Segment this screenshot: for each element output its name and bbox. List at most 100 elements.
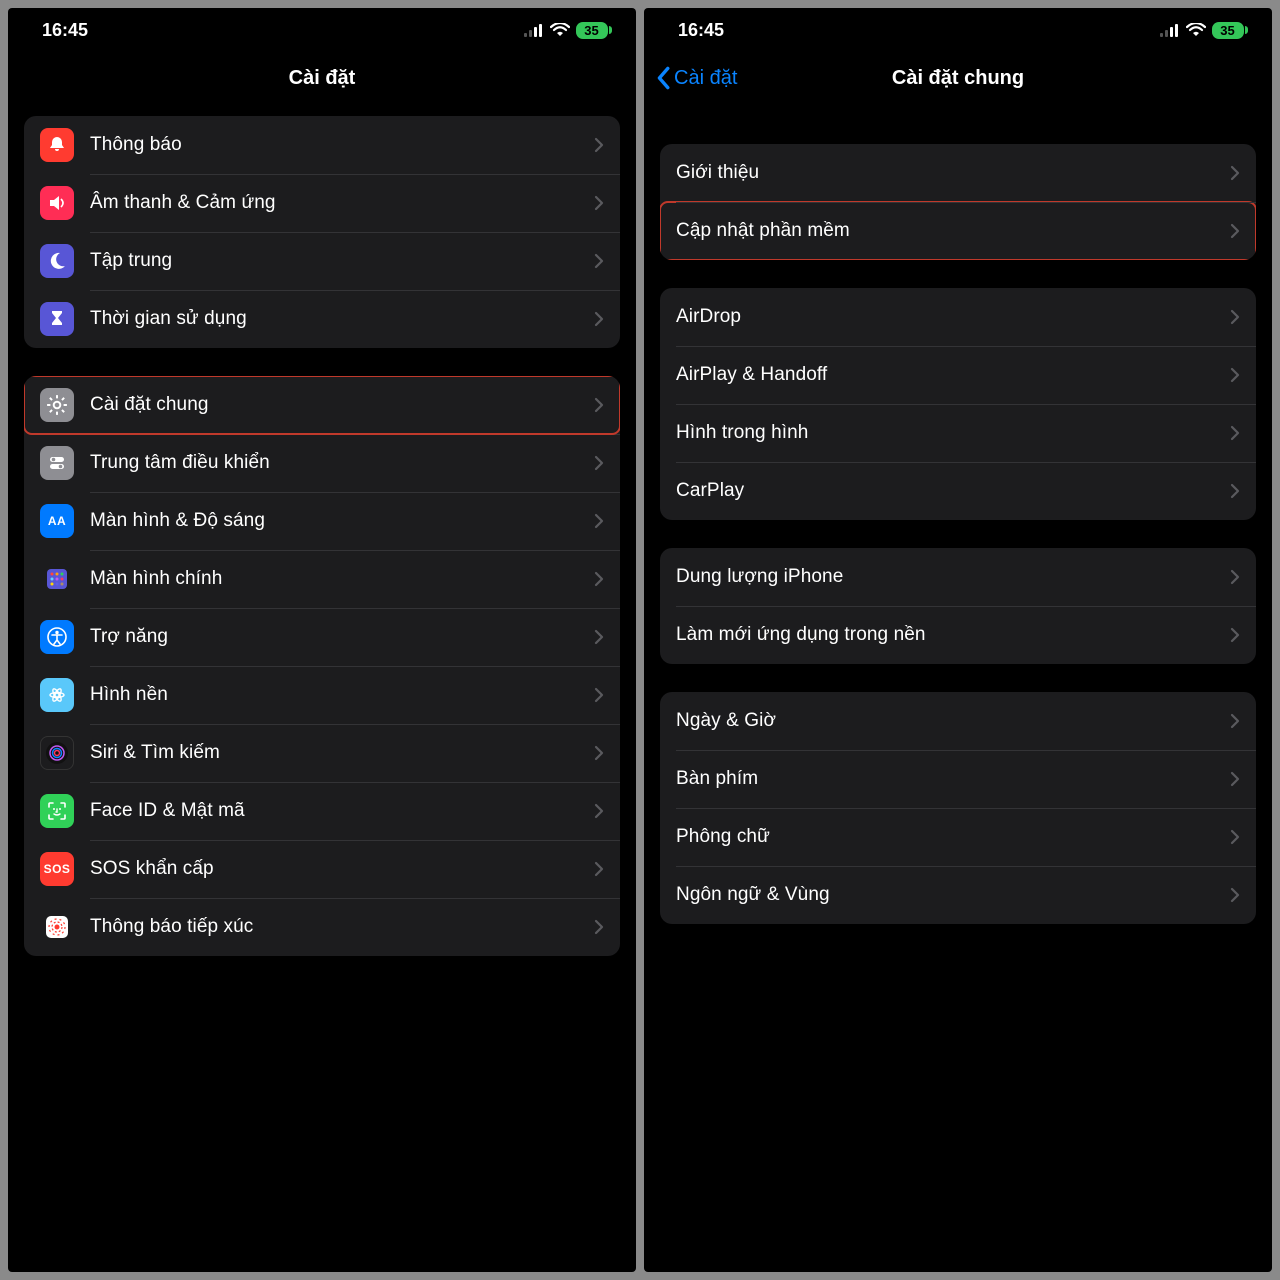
battery-indicator: 35: [576, 22, 608, 39]
status-bar: 16:45 35: [644, 8, 1272, 52]
general-row-ngay-gio[interactable]: Ngày & Giờ: [660, 692, 1256, 750]
row-label: CarPlay: [676, 480, 1230, 502]
settings-row-tap-trung[interactable]: Tập trung: [24, 232, 620, 290]
row-label: Trợ năng: [90, 626, 594, 648]
row-label: Tập trung: [90, 250, 594, 272]
apps-icon: [40, 562, 74, 596]
phone-settings-general: 16:45 35 Cài đặt Cài đặt chung Giới thiệ…: [644, 8, 1272, 1272]
chevron-right-icon: [1230, 425, 1240, 441]
cellular-signal-icon: [524, 23, 544, 37]
back-button[interactable]: Cài đặt: [654, 52, 737, 104]
chevron-right-icon: [594, 253, 604, 269]
general-row-phong-chu[interactable]: Phông chữ: [660, 808, 1256, 866]
row-label: Cập nhật phần mềm: [676, 220, 1230, 242]
row-label: Face ID & Mật mã: [90, 800, 594, 822]
general-row-carplay[interactable]: CarPlay: [660, 462, 1256, 520]
general-content[interactable]: Giới thiệu Cập nhật phần mềm AirDrop AirPla…: [644, 104, 1272, 1272]
AA-icon: AA: [40, 504, 74, 538]
nav-header: Cài đặt: [8, 52, 636, 104]
settings-row-man-hinh-o-sang[interactable]: AA Màn hình & Độ sáng: [24, 492, 620, 550]
gear-icon: [40, 388, 74, 422]
general-row-cap-nhat-phan-mem[interactable]: Cập nhật phần mềm: [660, 202, 1256, 260]
chevron-right-icon: [594, 687, 604, 703]
general-group: Dung lượng iPhone Làm mới ứng dụng trong …: [660, 548, 1256, 664]
phone-settings-main: 16:45 35 Cài đặt Thông báo Âm thanh & Cảm…: [8, 8, 636, 1272]
general-group: AirDrop AirPlay & HandoffHình trong hình C…: [660, 288, 1256, 520]
settings-row-thong-bao-tiep-xuc[interactable]: Thông báo tiếp xúc: [24, 898, 620, 956]
chevron-right-icon: [1230, 713, 1240, 729]
status-time: 16:45: [42, 20, 88, 41]
general-row-ban-phim[interactable]: Bàn phím: [660, 750, 1256, 808]
row-label: SOS khẩn cấp: [90, 858, 594, 880]
row-label: Thông báo tiếp xúc: [90, 916, 594, 938]
wifi-icon: [550, 23, 570, 37]
cellular-signal-icon: [1160, 23, 1180, 37]
general-row-ngon-ngu-vung[interactable]: Ngôn ngữ & Vùng: [660, 866, 1256, 924]
status-bar: 16:45 35: [8, 8, 636, 52]
chevron-right-icon: [594, 861, 604, 877]
chevron-right-icon: [1230, 569, 1240, 585]
chevron-right-icon: [594, 571, 604, 587]
general-row-lam-moi-ung-dung-trong-nen[interactable]: Làm mới ứng dụng trong nền: [660, 606, 1256, 664]
row-label: AirDrop: [676, 306, 1230, 328]
row-label: Ngôn ngữ & Vùng: [676, 884, 1230, 906]
chevron-right-icon: [1230, 887, 1240, 903]
settings-row-thoi-gian-su-dung[interactable]: Thời gian sử dụng: [24, 290, 620, 348]
settings-row-am-thanh-cam-ung[interactable]: Âm thanh & Cảm ứng: [24, 174, 620, 232]
settings-row-face-id-mat-ma[interactable]: Face ID & Mật mã: [24, 782, 620, 840]
settings-content[interactable]: Thông báo Âm thanh & Cảm ứng Tập trung Thời…: [8, 104, 636, 1272]
general-row-airplay-handoff[interactable]: AirPlay & Handoff: [660, 346, 1256, 404]
nav-header: Cài đặt Cài đặt chung: [644, 52, 1272, 104]
row-label: Ngày & Giờ: [676, 710, 1230, 732]
chevron-right-icon: [1230, 165, 1240, 181]
status-right: 35: [1160, 22, 1244, 39]
chevron-right-icon: [594, 803, 604, 819]
row-label: Màn hình & Độ sáng: [90, 510, 594, 532]
row-label: Hình nền: [90, 684, 594, 706]
settings-row-man-hinh-chinh[interactable]: Màn hình chính: [24, 550, 620, 608]
moon-icon: [40, 244, 74, 278]
general-row-dung-luong-iphone[interactable]: Dung lượng iPhone: [660, 548, 1256, 606]
chevron-left-icon: [654, 66, 672, 90]
status-right: 35: [524, 22, 608, 39]
page-title: Cài đặt: [289, 67, 356, 90]
chevron-right-icon: [1230, 771, 1240, 787]
chevron-right-icon: [594, 455, 604, 471]
toggles-icon: [40, 446, 74, 480]
status-time: 16:45: [678, 20, 724, 41]
chevron-right-icon: [1230, 829, 1240, 845]
flower-icon: [40, 678, 74, 712]
chevron-right-icon: [1230, 483, 1240, 499]
row-label: Thời gian sử dụng: [90, 308, 594, 330]
access-icon: [40, 620, 74, 654]
chevron-right-icon: [1230, 223, 1240, 239]
settings-group: Thông báo Âm thanh & Cảm ứng Tập trung Thời…: [24, 116, 620, 348]
general-row-hinh-trong-hinh[interactable]: Hình trong hình: [660, 404, 1256, 462]
wifi-icon: [1186, 23, 1206, 37]
chevron-right-icon: [594, 311, 604, 327]
page-title: Cài đặt chung: [892, 67, 1024, 90]
SOS-icon: SOS: [40, 852, 74, 886]
settings-row-tro-nang[interactable]: Trợ năng: [24, 608, 620, 666]
chevron-right-icon: [1230, 367, 1240, 383]
row-label: Thông báo: [90, 134, 594, 156]
volume-icon: [40, 186, 74, 220]
faceid-icon: [40, 794, 74, 828]
siri-icon: [40, 736, 74, 770]
chevron-right-icon: [1230, 309, 1240, 325]
settings-row-sos-khan-cap[interactable]: SOS SOS khẩn cấp: [24, 840, 620, 898]
general-row-airdrop[interactable]: AirDrop: [660, 288, 1256, 346]
settings-row-siri-tim-kiem[interactable]: Siri & Tìm kiếm: [24, 724, 620, 782]
general-row-gioi-thieu[interactable]: Giới thiệu: [660, 144, 1256, 202]
settings-group: Cài đặt chungTrung tâm điều khiển AA Màn h…: [24, 376, 620, 956]
chevron-right-icon: [594, 629, 604, 645]
settings-row-trung-tam-ieu-khien[interactable]: Trung tâm điều khiển: [24, 434, 620, 492]
settings-row-cai-at-chung[interactable]: Cài đặt chung: [24, 376, 620, 434]
settings-row-hinh-nen[interactable]: Hình nền: [24, 666, 620, 724]
row-label: Dung lượng iPhone: [676, 566, 1230, 588]
row-label: Phông chữ: [676, 826, 1230, 848]
exposure-icon: [40, 910, 74, 944]
settings-row-thong-bao[interactable]: Thông báo: [24, 116, 620, 174]
chevron-right-icon: [594, 919, 604, 935]
row-label: Siri & Tìm kiếm: [90, 742, 594, 764]
